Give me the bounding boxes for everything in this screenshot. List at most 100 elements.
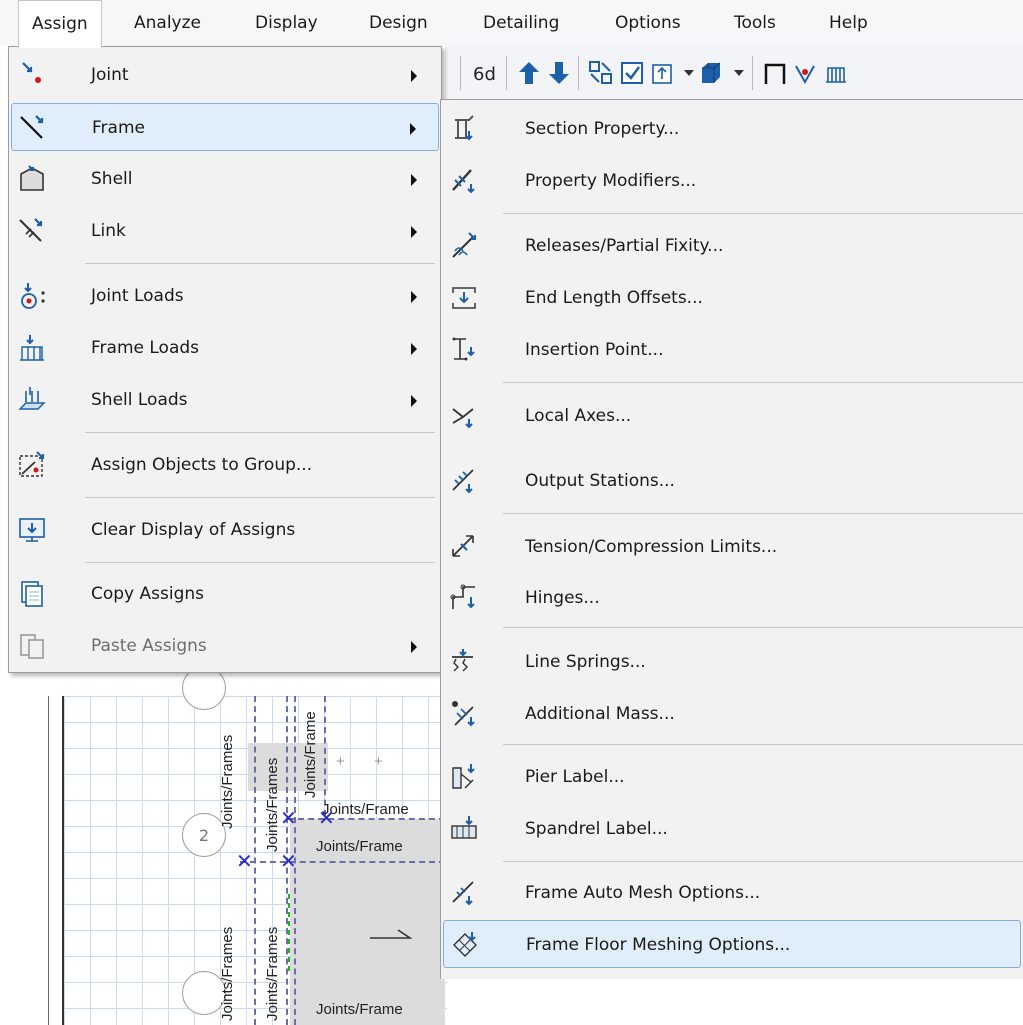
additional-mass-item[interactable]: Additional Mass... (443, 690, 1021, 738)
pier-label-item[interactable]: Pier Label... (443, 753, 1021, 801)
local-axes-item[interactable]: Local Axes... (443, 392, 1021, 440)
menu-design[interactable]: Design (356, 0, 441, 46)
assign-link-item[interactable]: Link (11, 207, 439, 255)
checkbox-icon[interactable] (620, 60, 646, 86)
line-springs-icon (452, 649, 473, 672)
paste-icon (20, 634, 44, 659)
tension-compression-icon (452, 535, 474, 557)
dropdown-arrow-icon[interactable] (726, 60, 752, 86)
item-label: Releases/Partial Fixity... (525, 236, 724, 256)
assign-frame-item[interactable]: Frame (11, 103, 439, 151)
paste-assigns-item: Paste Assigns (11, 622, 439, 670)
menu-separator (503, 627, 1023, 628)
menu-separator (503, 744, 1023, 745)
joint-marker[interactable]: ✕ (318, 808, 335, 828)
item-label: Hinges... (525, 588, 600, 608)
toolbar: 6d (436, 46, 1023, 103)
local-axes-icon (452, 408, 474, 429)
frame-label: Joints/Frames (219, 734, 236, 829)
joint-marker[interactable]: ✕ (280, 851, 297, 871)
local-axis-arrow-icon (370, 929, 413, 939)
output-stations-icon (452, 469, 474, 494)
frame-icon (20, 115, 44, 139)
tension-compression-limits-item[interactable]: Tension/Compression Limits... (443, 523, 1021, 571)
property-modifiers-item[interactable]: Property Modifiers... (443, 157, 1021, 205)
view-3d-icon[interactable]: 6d (472, 60, 498, 86)
assign-frame-loads-item[interactable]: Frame Loads (11, 324, 439, 372)
item-label: Property Modifiers... (525, 171, 697, 191)
link-icon (19, 218, 43, 242)
menu-help[interactable]: Help (816, 0, 881, 46)
assign-joint-item[interactable]: Joint (11, 51, 439, 99)
item-label: Shell (91, 169, 133, 189)
menu-separator (85, 432, 435, 433)
item-label: Shell Loads (91, 390, 188, 410)
plus-marker: + (336, 753, 345, 770)
menu-separator (85, 562, 435, 563)
insertion-point-item[interactable]: Insertion Point... (443, 326, 1021, 374)
property-modifiers-icon (452, 169, 475, 194)
menu-separator (85, 497, 435, 498)
assign-joint-loads-item[interactable]: Joint Loads (11, 272, 439, 320)
menu-tools[interactable]: Tools (721, 0, 789, 46)
check-frame-icon[interactable] (792, 60, 818, 86)
menu-separator (503, 861, 1023, 862)
frame-line (324, 696, 326, 816)
toolbar-separator (506, 56, 507, 90)
item-label: Frame Floor Meshing Options... (526, 935, 791, 955)
menu-detailing[interactable]: Detailing (470, 0, 572, 46)
item-label: Pier Label... (525, 767, 625, 787)
clear-display-icon (19, 518, 45, 542)
hinges-item[interactable]: Hinges... (443, 574, 1021, 622)
section-property-item[interactable]: Section Property... (443, 105, 1021, 153)
floor-meshing-icon (453, 932, 477, 957)
spandrel-label-item[interactable]: Spandrel Label... (443, 805, 1021, 853)
assign-shell-item[interactable]: Shell (11, 155, 439, 203)
assign-objects-to-group-item[interactable]: Assign Objects to Group... (11, 441, 439, 489)
solid-box-icon[interactable] (698, 60, 724, 86)
menu-options[interactable]: Options (602, 0, 694, 46)
submenu-arrow-icon (411, 291, 417, 303)
box-up-icon[interactable] (650, 60, 676, 86)
frame-line (240, 861, 445, 863)
submenu-arrow-icon (410, 123, 416, 135)
move-down-icon[interactable] (546, 60, 572, 86)
menu-display[interactable]: Display (242, 0, 331, 46)
assign-menu: Joint Frame Shell Link Joint Loads Frame… (8, 46, 442, 673)
line-springs-item[interactable]: Line Springs... (443, 638, 1021, 686)
frame-auto-mesh-options-item[interactable]: Frame Auto Mesh Options... (443, 869, 1021, 917)
frame-loads-tool-icon[interactable] (822, 60, 848, 86)
move-up-icon[interactable] (516, 60, 542, 86)
assign-shell-loads-item[interactable]: Shell Loads (11, 376, 439, 424)
menu-assign[interactable]: Assign (18, 0, 102, 48)
shell-loads-icon (18, 387, 46, 410)
item-label: Joint Loads (91, 286, 184, 306)
frame-label: Joints/Frame (316, 1001, 403, 1018)
releases-icon (452, 232, 476, 258)
item-label: Local Axes... (525, 406, 632, 426)
end-length-offsets-icon (452, 287, 476, 309)
end-length-offsets-item[interactable]: End Length Offsets... (443, 274, 1021, 322)
releases-partial-fixity-item[interactable]: Releases/Partial Fixity... (443, 222, 1021, 270)
item-label: Paste Assigns (91, 636, 207, 656)
submenu-arrow-icon (411, 343, 417, 355)
select-grid-icon[interactable] (588, 60, 614, 86)
item-label: Tension/Compression Limits... (525, 537, 778, 557)
frame-portal-icon[interactable] (762, 60, 788, 86)
frame-label: Joints/Frames (264, 757, 281, 852)
canvas-border (48, 696, 49, 1025)
item-label: Line Springs... (525, 652, 646, 672)
clear-display-of-assigns-item[interactable]: Clear Display of Assigns (11, 506, 439, 554)
item-label: Clear Display of Assigns (91, 520, 296, 540)
copy-assigns-item[interactable]: Copy Assigns (11, 570, 439, 618)
plus-marker: + (374, 753, 383, 770)
joint-marker[interactable]: ✕ (236, 851, 253, 871)
item-label: Spandrel Label... (525, 819, 668, 839)
submenu-arrow-icon (411, 70, 417, 82)
grid-bubble-label: 2 (198, 826, 210, 845)
joint-marker[interactable]: ✕ (280, 808, 297, 828)
svg-text:6d: 6d (473, 64, 496, 85)
output-stations-item[interactable]: Output Stations... (443, 457, 1021, 505)
frame-floor-meshing-options-item[interactable]: Frame Floor Meshing Options... (443, 920, 1021, 968)
menu-analyze[interactable]: Analyze (121, 0, 214, 46)
